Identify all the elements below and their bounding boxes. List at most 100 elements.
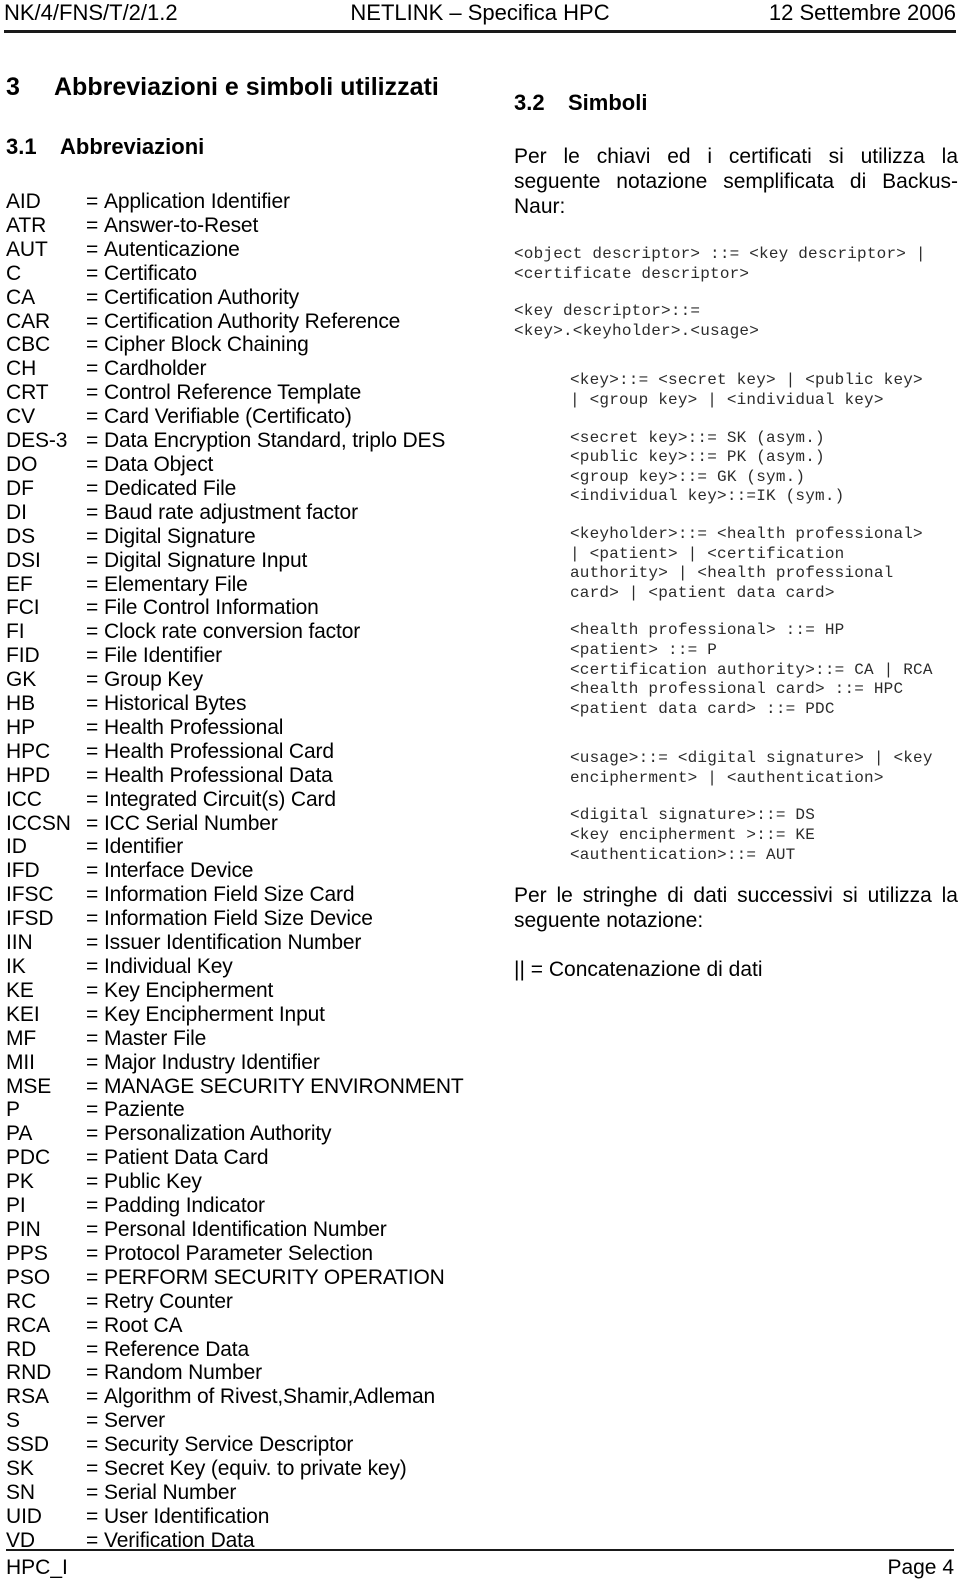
abbreviation-key: RND — [6, 1361, 52, 1385]
subsection-number-3-2: 3.2 — [514, 90, 545, 115]
abbreviation-equals-sign: = — [86, 1433, 99, 1457]
abbreviation-equals-sign: = — [86, 285, 99, 309]
abbreviation-definition: Application Identifier — [104, 190, 290, 213]
abbreviation-key: MII — [6, 1050, 35, 1074]
abbreviation-definition: Individual Key — [104, 955, 233, 978]
abbreviation-equals-sign: = — [86, 1146, 99, 1170]
abbreviation-equals-sign: = — [86, 1457, 99, 1481]
abbreviation-row: P = Paziente — [6, 1098, 458, 1122]
abbreviation-row: MII = Major Industry Identifier — [6, 1051, 458, 1075]
abbreviation-definition: Health Professional Card — [104, 739, 334, 763]
abbreviation-key: CAR — [6, 309, 51, 333]
section-number-3: 3 — [6, 73, 20, 101]
abbreviation-equals-sign: = — [86, 1265, 99, 1289]
abbreviation-row: KEI = Key Encipherment Input — [6, 1003, 458, 1027]
abbreviation-key: PIN — [6, 1217, 41, 1241]
abbreviation-equals-sign: = — [86, 357, 99, 381]
abbreviation-definition: Integrated Circuit(s) Card — [104, 787, 336, 811]
concatenation-symbol-note: || = Concatenazione di dati — [514, 958, 763, 982]
abbreviation-row: FI = Clock rate conversion factor — [6, 620, 458, 644]
header-divider-rule — [4, 30, 956, 33]
abbreviation-row: PSO = PERFORM SECURITY OPERATION — [6, 1266, 458, 1290]
abbreviation-key: AID — [6, 190, 41, 213]
abbreviation-definition: Card Verifiable (Certificato) — [104, 405, 352, 429]
abbreviation-definition: Certificato — [104, 261, 197, 285]
abbreviation-definition: Dedicated File — [104, 476, 237, 500]
footer-page-number: Page 4 — [887, 1556, 954, 1579]
abbreviation-row: RCA = Root CA — [6, 1314, 458, 1338]
abbreviation-equals-sign: = — [86, 548, 99, 572]
footer-divider-rule — [6, 1549, 954, 1551]
abbreviation-equals-sign: = — [86, 668, 99, 692]
abbreviation-row: RC = Retry Counter — [6, 1290, 458, 1314]
abbreviation-key: IFSC — [6, 883, 54, 907]
abbreviation-equals-sign: = — [86, 1170, 99, 1194]
symbols-intro-paragraph: Per le chiavi ed i certificati si utiliz… — [514, 145, 958, 218]
bnf-rule-group: <key descriptor>::= <key>.<keyholder>.<u… — [514, 302, 760, 340]
abbreviation-row: FCI = File Control Information — [6, 596, 458, 620]
abbreviation-key: FCI — [6, 596, 40, 620]
abbreviation-definition: Paziente — [104, 1098, 185, 1122]
abbreviation-definition: Digital Signature Input — [104, 548, 308, 572]
abbreviation-definition: Key Encipherment Input — [104, 1002, 325, 1026]
abbreviation-row: KE = Key Encipherment — [6, 979, 458, 1003]
abbreviation-key: IFSD — [6, 907, 54, 931]
abbreviation-key: FID — [6, 644, 40, 668]
bnf-rule-group: <usage>::= <digital signature> | <key en… — [570, 749, 933, 787]
abbreviation-key: DSI — [6, 548, 41, 572]
abbreviation-equals-sign: = — [86, 309, 99, 333]
abbreviation-row: DO = Data Object — [6, 453, 458, 477]
abbreviation-equals-sign: = — [86, 213, 99, 237]
abbreviation-key: ID — [6, 835, 27, 859]
abbreviation-equals-sign: = — [86, 1098, 99, 1122]
abbreviation-definition: Cardholder — [104, 357, 207, 381]
abbreviation-equals-sign: = — [86, 333, 99, 357]
abbreviation-equals-sign: = — [86, 1361, 99, 1385]
abbreviation-row: CAR = Certification Authority Reference — [6, 310, 458, 334]
abbreviation-key: CV — [6, 405, 35, 429]
abbreviation-row: IIN = Issuer Identification Number — [6, 931, 458, 955]
abbreviation-definition: Health Professional — [104, 715, 284, 739]
abbreviation-equals-sign: = — [86, 1050, 99, 1074]
abbreviation-key: CH — [6, 357, 37, 381]
bnf-rule-group: <keyholder>::= <health professional> | <… — [570, 524, 923, 602]
abbreviation-definition: Interface Device — [104, 859, 254, 883]
abbreviation-definition: Security Service Descriptor — [104, 1433, 354, 1457]
abbreviation-key: PSO — [6, 1265, 51, 1289]
abbreviation-equals-sign: = — [86, 955, 99, 978]
abbreviation-row: AUT = Autenticazione — [6, 238, 458, 262]
abbreviation-equals-sign: = — [86, 261, 99, 285]
abbreviation-definition: ICC Serial Number — [104, 811, 278, 835]
abbreviation-row: IFSD = Information Field Size Device — [6, 907, 458, 931]
abbreviation-equals-sign: = — [86, 763, 99, 787]
abbreviation-row: RND = Random Number — [6, 1361, 458, 1385]
abbreviation-equals-sign: = — [86, 1074, 99, 1098]
abbreviation-definition: Personal Identification Number — [104, 1217, 387, 1241]
abbreviation-equals-sign: = — [86, 907, 99, 931]
abbreviation-key: AUT — [6, 237, 48, 261]
abbreviation-definition: Issuer Identification Number — [104, 931, 362, 955]
abbreviation-row: ICC = Integrated Circuit(s) Card — [6, 788, 458, 812]
abbreviation-row: CA = Certification Authority — [6, 286, 458, 310]
abbreviation-key: DO — [6, 452, 38, 476]
abbreviation-definition: Root CA — [104, 1313, 183, 1337]
abbreviation-definition: Certification Authority — [104, 285, 299, 309]
section-title-3: Abbreviazioni e simboli utilizzati — [54, 73, 439, 101]
abbreviation-key: ATR — [6, 213, 47, 237]
abbreviation-row: S = Server — [6, 1409, 458, 1433]
abbreviation-row: EF = Elementary File — [6, 573, 458, 597]
abbreviation-key: CRT — [6, 381, 49, 405]
bnf-rule-group: <object descriptor> ::= <key descriptor>… — [514, 245, 926, 283]
abbreviation-equals-sign: = — [86, 692, 99, 716]
abbreviation-key: DI — [6, 500, 27, 524]
abbreviation-equals-sign: = — [86, 1480, 99, 1504]
abbreviation-row: AID = Application Identifier — [6, 190, 458, 214]
abbreviation-key: MSE — [6, 1074, 52, 1098]
abbreviation-key: SSD — [6, 1433, 49, 1457]
abbreviation-key: DS — [6, 524, 35, 548]
abbreviation-equals-sign: = — [86, 811, 99, 835]
abbreviation-key: ICC — [6, 787, 42, 811]
abbreviation-key: PDC — [6, 1146, 51, 1170]
abbreviation-definition: Key Encipherment — [104, 978, 274, 1002]
page-header: NK/4/FNS/T/2/1.2 NETLINK – Specifica HPC… — [4, 0, 956, 30]
